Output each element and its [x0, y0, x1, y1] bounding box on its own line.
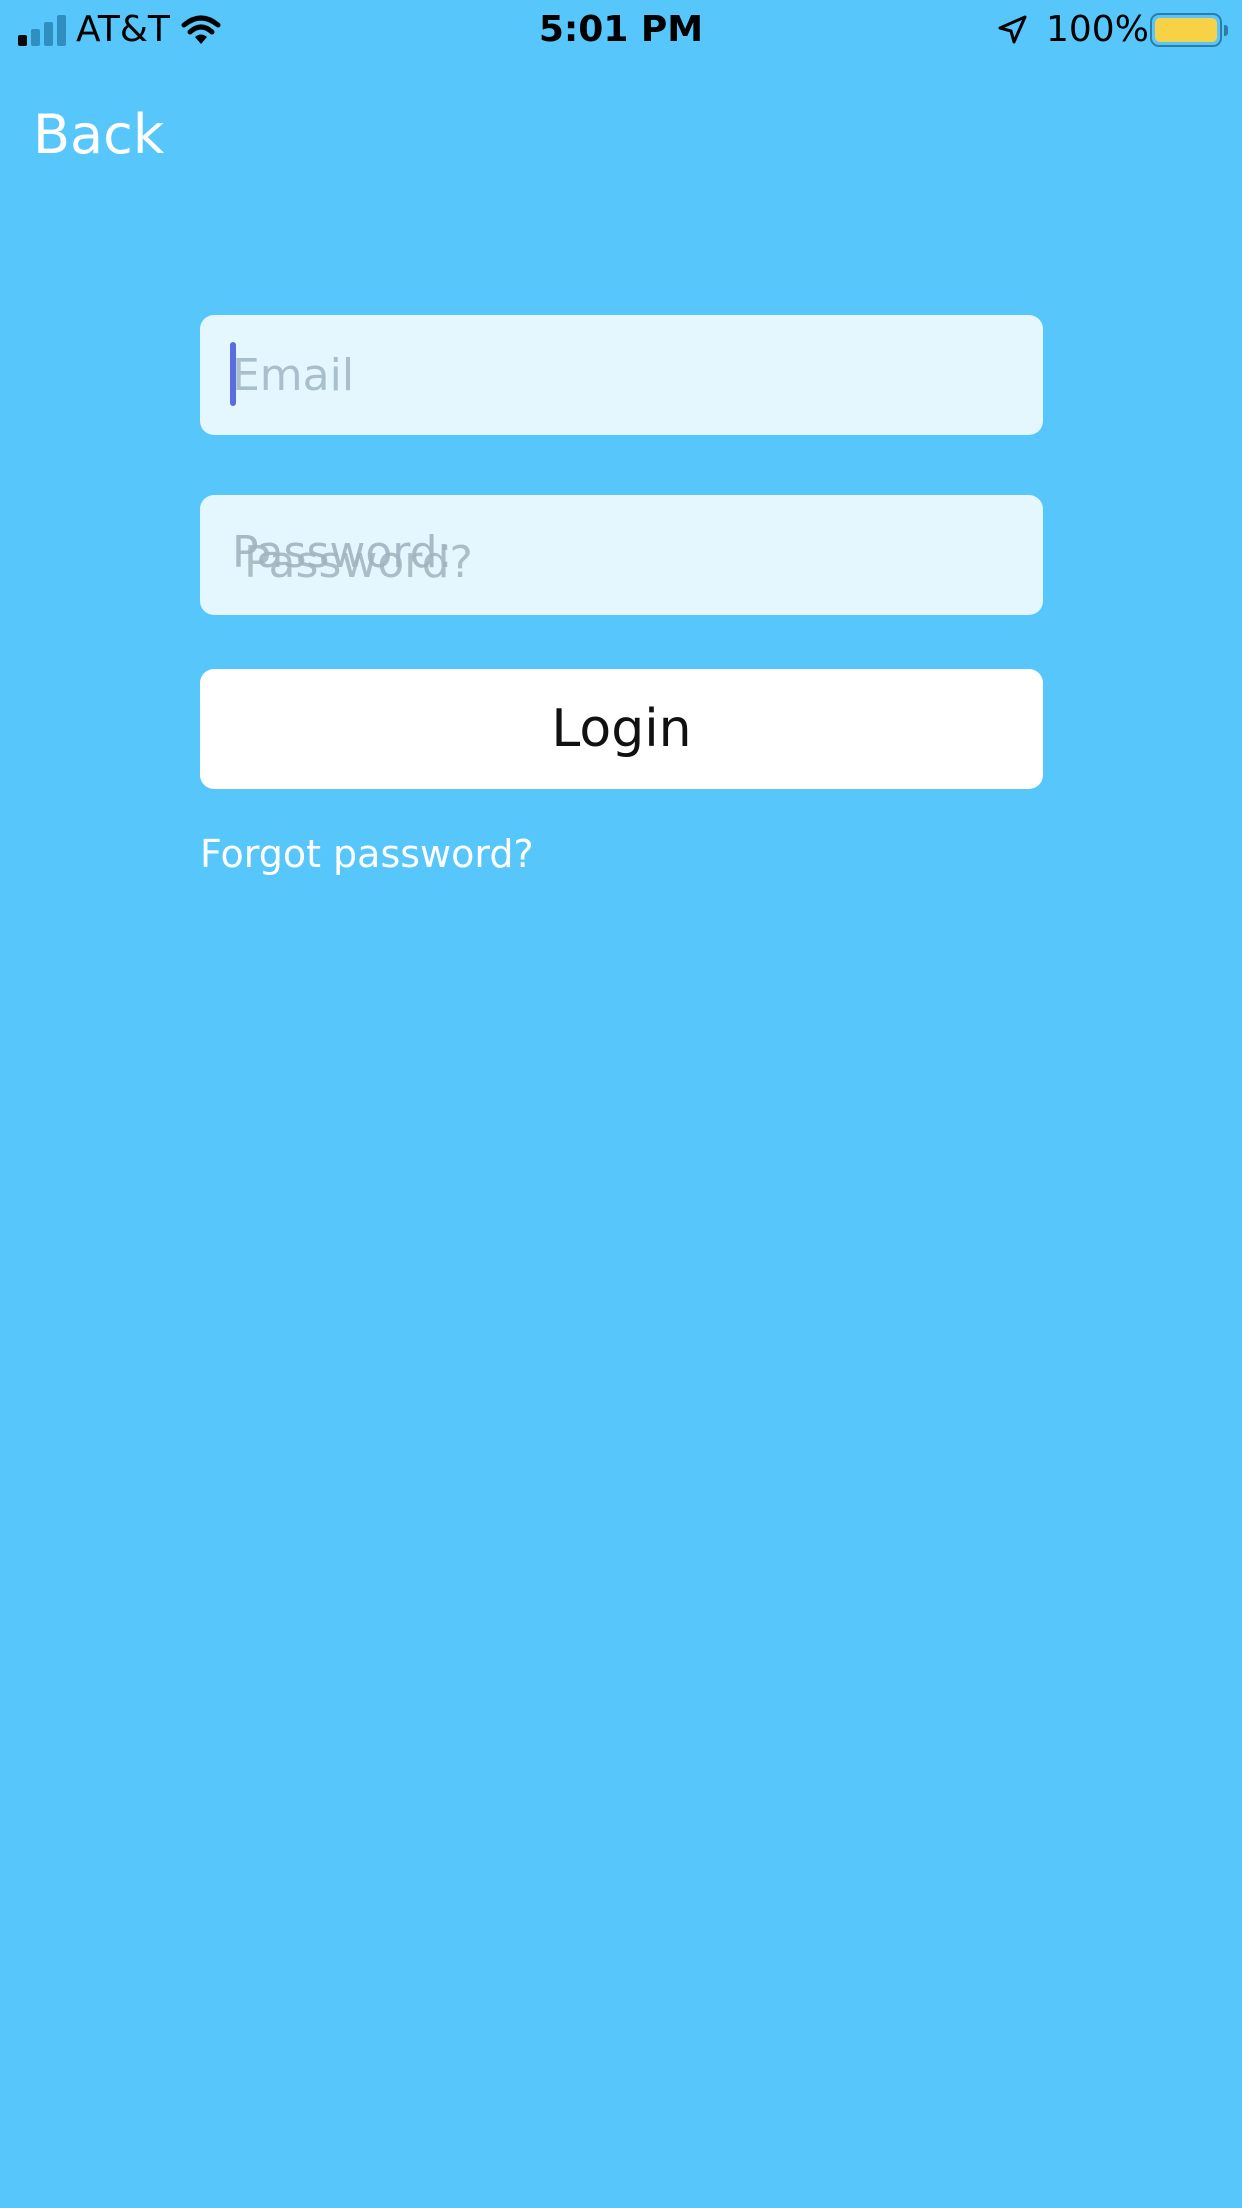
login-label: Login	[551, 699, 692, 759]
password-hint: Password?	[244, 537, 473, 588]
email-field[interactable]: Email	[200, 315, 1043, 435]
battery-nub	[1224, 25, 1228, 36]
location-arrow-icon	[998, 15, 1027, 44]
back-button[interactable]: Back	[33, 100, 164, 170]
password-field[interactable]: Password: Password?	[200, 495, 1043, 615]
battery-icon	[1150, 13, 1228, 47]
login-button[interactable]: Login	[200, 669, 1043, 789]
status-bar: AT&T 5:01 PM 100%	[0, 0, 1242, 62]
email-placeholder: Email	[232, 350, 355, 401]
battery-fill	[1155, 18, 1217, 42]
forgot-password-link[interactable]: Forgot password?	[200, 828, 534, 880]
battery-percent: 100%	[1046, 9, 1149, 50]
